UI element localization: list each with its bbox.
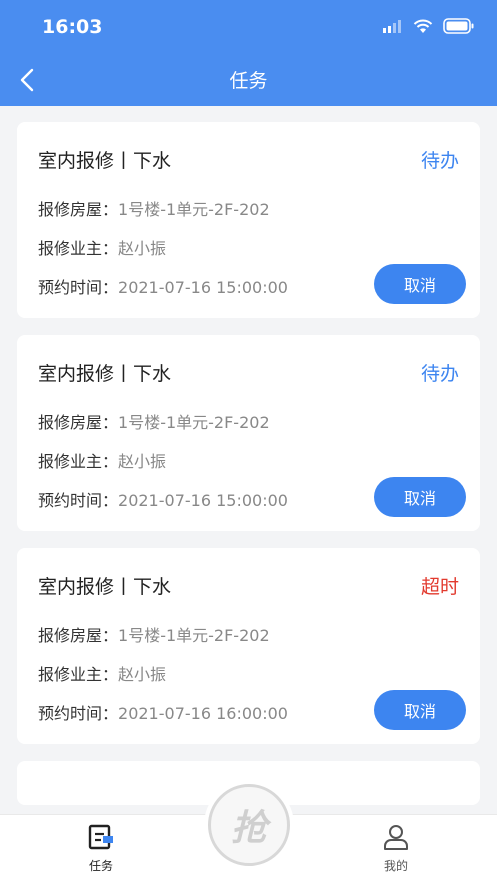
task-card[interactable]: 室内报修丨下水 超时 报修房屋：1号楼-1单元-2F-202 报修业主：赵小振 …: [17, 548, 480, 744]
appointment-row: 预约时间：2021-07-16 16:00:00: [38, 700, 288, 724]
system-icons: [383, 18, 475, 34]
owner-value: 赵小振: [118, 665, 167, 684]
tab-mine-label: 我的: [383, 859, 408, 873]
status-badge: 待办: [420, 150, 459, 172]
task-card[interactable]: 室内报修丨下水 待办 报修房屋：1号楼-1单元-2F-202 报修业主：赵小振 …: [17, 335, 480, 531]
owner-row: 报修业主：赵小振: [38, 235, 166, 259]
appointment-row: 预约时间：2021-07-16 15:00:00: [38, 274, 288, 298]
house-value: 1号楼-1单元-2F-202: [118, 626, 270, 645]
owner-value: 赵小振: [118, 452, 167, 471]
owner-label: 报修业主：: [38, 452, 119, 471]
owner-label: 报修业主：: [38, 239, 119, 258]
owner-label: 报修业主：: [38, 665, 119, 684]
navigation-bar: 任务: [0, 54, 497, 106]
owner-row: 报修业主：赵小振: [38, 661, 166, 685]
page-title: 任务: [229, 70, 268, 92]
task-title: 室内报修丨下水: [38, 363, 172, 385]
task-card[interactable]: 室内报修丨下水 待办 报修房屋：1号楼-1单元-2F-202 报修业主：赵小振 …: [17, 122, 480, 318]
status-time: 16:03: [42, 16, 103, 38]
cancel-button[interactable]: 取消: [374, 477, 466, 517]
appointment-value: 2021-07-16 15:00:00: [118, 491, 288, 510]
task-title: 室内报修丨下水: [38, 150, 172, 172]
task-list-icon: [88, 824, 113, 850]
task-title: 室内报修丨下水: [38, 576, 172, 598]
status-badge: 超时: [420, 576, 459, 598]
appointment-value: 2021-07-16 15:00:00: [118, 278, 288, 297]
tab-tasks[interactable]: 任务: [51, 815, 151, 883]
wifi-icon: [413, 19, 433, 33]
status-bar: 16:03: [0, 0, 497, 54]
header: 16:03 任务: [0, 0, 497, 106]
grab-order-label: 抢: [208, 784, 290, 866]
house-label: 报修房屋：: [38, 200, 119, 219]
battery-icon: [443, 18, 474, 34]
task-list: 室内报修丨下水 待办 报修房屋：1号楼-1单元-2F-202 报修业主：赵小振 …: [17, 122, 480, 822]
signal-icon: [383, 20, 401, 33]
house-label: 报修房屋：: [38, 626, 119, 645]
grab-order-button[interactable]: 抢: [204, 780, 294, 870]
house-value: 1号楼-1单元-2F-202: [118, 200, 270, 219]
appointment-label: 预约时间：: [38, 491, 119, 510]
owner-row: 报修业主：赵小振: [38, 448, 166, 472]
cancel-button[interactable]: 取消: [374, 690, 466, 730]
appointment-value: 2021-07-16 16:00:00: [118, 704, 288, 723]
house-row: 报修房屋：1号楼-1单元-2F-202: [38, 409, 270, 433]
owner-value: 赵小振: [118, 239, 167, 258]
user-icon: [384, 825, 408, 850]
house-row: 报修房屋：1号楼-1单元-2F-202: [38, 622, 270, 646]
house-row: 报修房屋：1号楼-1单元-2F-202: [38, 196, 270, 220]
appointment-row: 预约时间：2021-07-16 15:00:00: [38, 487, 288, 511]
tab-mine[interactable]: 我的: [346, 815, 446, 883]
house-value: 1号楼-1单元-2F-202: [118, 413, 270, 432]
appointment-label: 预约时间：: [38, 278, 119, 297]
cancel-button[interactable]: 取消: [374, 264, 466, 304]
tab-tasks-label: 任务: [88, 859, 113, 873]
appointment-label: 预约时间：: [38, 704, 119, 723]
house-label: 报修房屋：: [38, 413, 119, 432]
status-badge: 待办: [420, 363, 459, 385]
